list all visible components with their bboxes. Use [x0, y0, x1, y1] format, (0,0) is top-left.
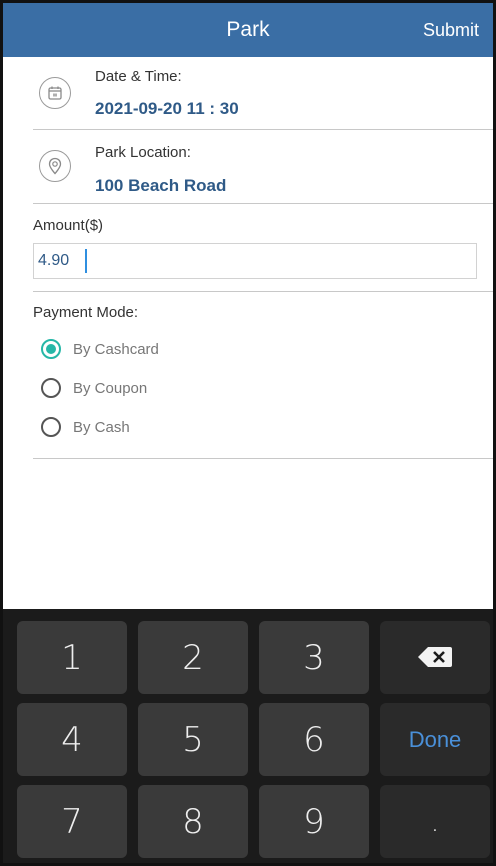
key-3[interactable]: 3	[259, 621, 369, 694]
done-key[interactable]: Done	[380, 703, 490, 776]
datetime-label: Date & Time:	[95, 68, 182, 85]
key-7[interactable]: 7	[17, 785, 127, 858]
key-5[interactable]: 5	[138, 703, 248, 776]
location-row[interactable]: Park Location: 100 Beach Road	[33, 131, 493, 204]
radio-unselected-icon[interactable]	[41, 417, 61, 437]
datetime-value: 2021-09-20 11 : 30	[95, 99, 239, 118]
key-8[interactable]: 8	[138, 785, 248, 858]
amount-label: Amount($)	[33, 217, 104, 234]
key-9[interactable]: 9	[259, 785, 369, 858]
payment-option-label: By Cash	[73, 418, 130, 436]
page-title: Park	[226, 18, 270, 41]
payment-option-label: By Cashcard	[73, 340, 159, 358]
key-6[interactable]: 6	[259, 703, 369, 776]
key-4[interactable]: 4	[17, 703, 127, 776]
text-cursor	[85, 249, 87, 273]
payment-option-label: By Coupon	[73, 379, 148, 397]
radio-selected-icon[interactable]	[41, 339, 61, 359]
backspace-icon	[417, 638, 453, 678]
numeric-keyboard: 1 2 3 4 5 6 Done 7 8 9 .	[3, 609, 493, 863]
key-1[interactable]: 1	[17, 621, 127, 694]
location-label: Park Location:	[95, 144, 191, 161]
payment-option-coupon[interactable]: By Coupon	[41, 376, 147, 400]
amount-input[interactable]	[33, 243, 477, 279]
submit-button[interactable]: Submit	[423, 3, 479, 57]
divider	[33, 458, 493, 459]
payment-option-cashcard[interactable]: By Cashcard	[41, 337, 159, 361]
radio-unselected-icon[interactable]	[41, 378, 61, 398]
datetime-row[interactable]: Date & Time: 2021-09-20 11 : 30	[33, 57, 493, 130]
payment-option-cash[interactable]: By Cash	[41, 415, 130, 439]
location-value: 100 Beach Road	[95, 176, 227, 195]
payment-mode-label: Payment Mode:	[33, 304, 139, 321]
location-pin-icon	[39, 150, 71, 182]
app-screen: Park Submit Date & Time: 2021-09-20 11 :…	[0, 0, 496, 866]
calendar-icon	[39, 77, 71, 109]
backspace-key[interactable]	[380, 621, 490, 694]
key-2[interactable]: 2	[138, 621, 248, 694]
header-bar: Park Submit	[3, 3, 493, 57]
divider	[33, 291, 493, 292]
key-dot[interactable]: .	[380, 785, 490, 858]
